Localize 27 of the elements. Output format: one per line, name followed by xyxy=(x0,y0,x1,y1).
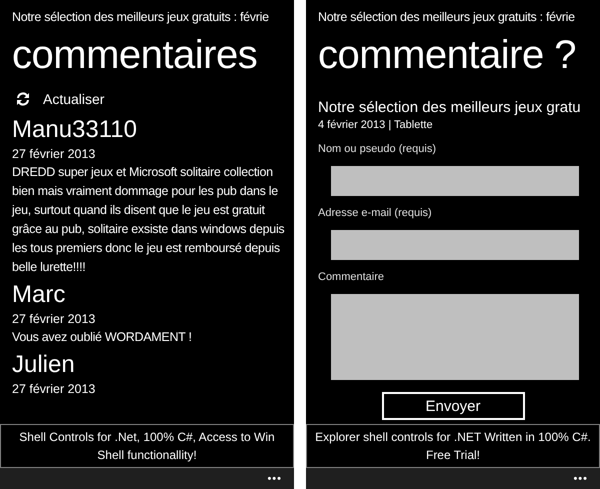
comment-text: Vous avez oublié WORDAMENT ! xyxy=(12,329,193,346)
comment-date: 27 février 2013 xyxy=(12,311,96,328)
comment-date: 27 février 2013 xyxy=(12,381,96,398)
refresh-button[interactable]: Actualiser xyxy=(12,90,104,108)
field-label: Commentaire xyxy=(318,270,386,284)
comment-date: 27 février 2013 xyxy=(12,146,96,163)
more-button[interactable]: ••• xyxy=(573,472,588,484)
article-title: Notre sélection des meilleurs jeux gratu xyxy=(318,98,582,118)
ad-banner[interactable]: Shell Controls for .Net, 100% C#, Access to Win Shell functionallity! xyxy=(0,424,294,468)
comment-author: Manu33110 xyxy=(12,116,138,144)
comment-text: DREDD super jeux et Microsoft solitaire collection bien mais vraiment dommage pour les pub dans le jeu, surtout quand ils disent que le jeu est gratuit grâce au pub, solitaire exsiste dans windows depuis les tous premiers donc le jeu est remboursé depuis belle lurette!!!! xyxy=(12,164,286,276)
field-label: Adresse e-mail (requis) xyxy=(318,206,433,220)
more-button[interactable]: ••• xyxy=(267,472,282,484)
input-field[interactable] xyxy=(331,166,579,196)
refresh-icon xyxy=(15,91,31,107)
page-subtitle: Notre sélection des meilleurs jeux gratuits : févrie xyxy=(12,10,270,24)
page-subtitle: Notre sélection des meilleurs jeux gratuits : févrie xyxy=(318,10,576,24)
article-meta: 4 février 2013 | Tablette xyxy=(318,118,434,132)
ad-banner[interactable]: Explorer shell controls for .NET Written in 100% C#. Free Trial! xyxy=(306,424,600,468)
comment-field[interactable] xyxy=(331,294,579,380)
input-field[interactable] xyxy=(331,230,579,260)
comment-author: Julien xyxy=(12,351,76,379)
comment-author: Marc xyxy=(12,281,66,309)
page-title: commentaire ? xyxy=(318,32,578,79)
page-title: commentaires xyxy=(12,32,258,79)
field-label: Nom ou pseudo (requis) xyxy=(318,142,438,156)
send-button[interactable]: Envoyer xyxy=(382,392,524,420)
